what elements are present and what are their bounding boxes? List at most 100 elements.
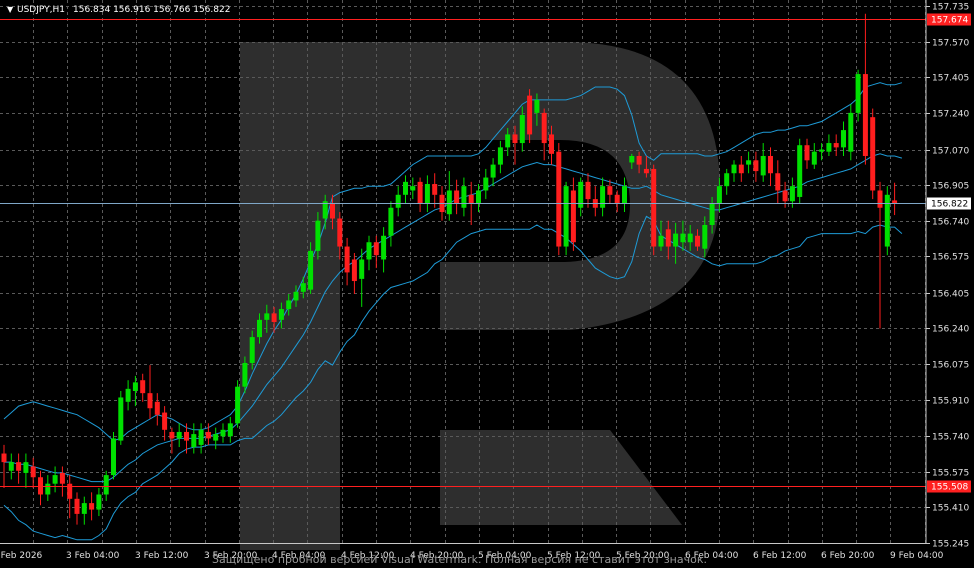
candle (417, 177, 423, 213)
candle-body (388, 207, 394, 236)
candle-body (585, 181, 591, 200)
candle-body (59, 472, 65, 484)
candle-body (760, 155, 766, 176)
candle-body (103, 475, 109, 495)
candle-body (680, 233, 686, 243)
candle (760, 143, 766, 182)
candle-body (570, 190, 576, 243)
candle-body (220, 429, 226, 437)
candle (103, 470, 109, 501)
candle-body (235, 386, 241, 424)
candle-body (819, 149, 825, 152)
candle (1, 444, 7, 489)
price-tick-label: 155.910 (932, 397, 969, 407)
candle (570, 177, 576, 251)
candle-body (1, 453, 7, 463)
price-tick-label: 156.905 (932, 182, 969, 192)
candle-body (658, 235, 664, 247)
candle-body (731, 164, 737, 174)
candle-body (665, 229, 671, 247)
candle-body (446, 190, 452, 215)
candle-body (176, 431, 182, 439)
candle (89, 492, 95, 521)
candle (446, 171, 452, 221)
candle (432, 173, 438, 208)
candle-body (454, 190, 460, 204)
candle (483, 168, 489, 200)
candle-body (351, 259, 357, 282)
candle-body (271, 313, 277, 323)
candle-body (534, 99, 540, 113)
candle-body (366, 242, 372, 260)
candle-body (315, 220, 321, 251)
candle-body (775, 173, 781, 191)
candle (848, 104, 854, 161)
candle (373, 235, 379, 269)
candle-body (424, 184, 430, 204)
candle (351, 253, 357, 294)
candle (497, 140, 503, 174)
price-tick-label: 156.575 (932, 253, 969, 263)
candle (833, 134, 839, 156)
price-tick-label: 157.735 (932, 3, 969, 13)
candle (424, 175, 430, 213)
candle (797, 138, 803, 204)
candle-body (96, 494, 102, 510)
candle (381, 227, 387, 273)
price-tick-label: 156.740 (932, 218, 969, 228)
level-price-label: 157.674 (931, 16, 968, 26)
price-tick-label: 156.075 (932, 361, 969, 371)
candle-body (147, 393, 153, 409)
candle-body (417, 181, 423, 204)
candle (870, 108, 876, 200)
candle-body (709, 203, 715, 225)
candle-body (89, 503, 95, 510)
candle-body (330, 203, 335, 219)
candle-body (81, 503, 87, 514)
candle-body (132, 382, 138, 391)
price-tick-label: 155.245 (932, 540, 969, 550)
candle-body (461, 186, 467, 208)
price-chart[interactable]: 157.674155.508156.822 157.735157.570157.… (0, 0, 974, 568)
candle-body (16, 462, 22, 471)
ohlc-readout: 156.834 156.916 156.766 156.822 (73, 5, 230, 15)
candle-body (125, 388, 131, 402)
candle (162, 406, 168, 441)
candle-body (162, 412, 168, 430)
time-tick-label: 3 Feb 04:00 (66, 551, 120, 561)
candle-body (738, 164, 744, 174)
candle-body (191, 434, 197, 448)
candle (81, 496, 87, 525)
candle-body (205, 431, 211, 439)
candle-body (483, 177, 489, 191)
candle (651, 164, 657, 256)
candle-body (563, 186, 569, 247)
price-tick-label: 155.575 (932, 469, 969, 479)
candle-body (497, 147, 503, 165)
price-tick-label: 156.405 (932, 290, 969, 300)
candle (23, 453, 29, 489)
candle-body (687, 233, 693, 243)
candle-body (373, 242, 379, 256)
candle-body (410, 186, 416, 191)
candle (220, 423, 226, 443)
candle (746, 151, 752, 174)
candle-body (505, 134, 511, 148)
candle (541, 108, 547, 161)
chart-menu-icon[interactable]: ▼ (7, 5, 14, 14)
candle (8, 453, 14, 480)
candle-body (695, 235, 700, 247)
time-tick-label: 9 Feb 04:00 (890, 551, 944, 561)
candle-body (614, 194, 620, 204)
candle-body (213, 434, 219, 441)
candle (607, 179, 613, 204)
candle-body (111, 438, 116, 476)
candle (622, 177, 627, 213)
candle (585, 173, 591, 208)
candle-body (118, 397, 124, 441)
candle-body (381, 235, 387, 260)
candle-body (746, 160, 752, 165)
candle-body (833, 143, 839, 148)
candle (52, 466, 58, 493)
candle-body (154, 401, 160, 415)
